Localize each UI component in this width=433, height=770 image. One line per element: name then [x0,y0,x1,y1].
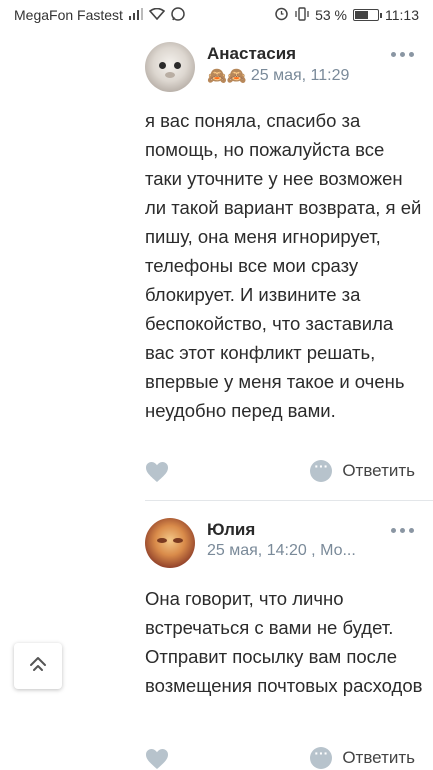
avatar[interactable] [145,518,195,568]
comment-actions: Ответить [145,745,425,770]
avatar[interactable] [145,42,195,92]
battery-icon [353,9,382,21]
comment-author[interactable]: Юлия [207,520,255,540]
reply-label: Ответить [342,748,415,767]
comment-text: я вас поняла, спасибо за помощь, но пожа… [145,110,422,421]
alarm-icon [274,6,289,24]
comment-header: Анастасия 🙈🙈 25 мая, 11:29 [145,42,425,102]
status-left: MegaFon Fastest [14,6,185,24]
more-icon[interactable] [391,524,417,536]
status-bar: MegaFon Fastest 53 % 11:13 [0,0,433,30]
carrier-name: MegaFon Fastest [14,7,123,23]
scroll-up-icon [26,652,50,681]
monkey-emoji-icon: 🙈🙈 [207,68,247,85]
comment-date: 25 мая, 14:20 , Мо... [207,542,356,559]
comment: Юлия 25 мая, 14:20 , Мо... Она говорит, … [145,518,425,770]
comment-header: Юлия 25 мая, 14:20 , Мо... [145,518,425,578]
reply-button[interactable]: Ответить [310,745,415,769]
status-right: 53 % 11:13 [274,6,419,24]
divider [145,500,433,501]
vibrate-icon [295,6,309,24]
comment-author[interactable]: Анастасия [207,44,296,64]
reply-icon [310,458,333,482]
comment-meta: 25 мая, 14:20 , Мо... [207,542,356,560]
whatsapp-icon [171,6,185,24]
comment: Анастасия 🙈🙈 25 мая, 11:29 я вас поняла,… [145,42,425,488]
battery-percent: 53 % [315,7,347,23]
comment-meta: 🙈🙈 25 мая, 11:29 [207,66,349,86]
more-icon[interactable] [391,48,417,60]
wifi-icon [148,7,166,23]
scroll-up-button[interactable] [14,643,62,689]
like-icon[interactable] [145,748,169,770]
clock: 11:13 [385,7,419,23]
screen: MegaFon Fastest 53 % 11:13 Анастасия 🙈🙈 … [0,0,433,770]
comment-actions: Ответить [145,458,425,488]
like-icon[interactable] [145,461,169,483]
comment-date: 25 мая, 11:29 [250,67,350,84]
reply-icon [310,745,333,769]
comment-text: Она говорит, что лично встречаться с вам… [145,588,423,696]
signal-icon [128,7,143,23]
reply-label: Ответить [342,461,415,480]
reply-button[interactable]: Ответить [310,458,415,482]
